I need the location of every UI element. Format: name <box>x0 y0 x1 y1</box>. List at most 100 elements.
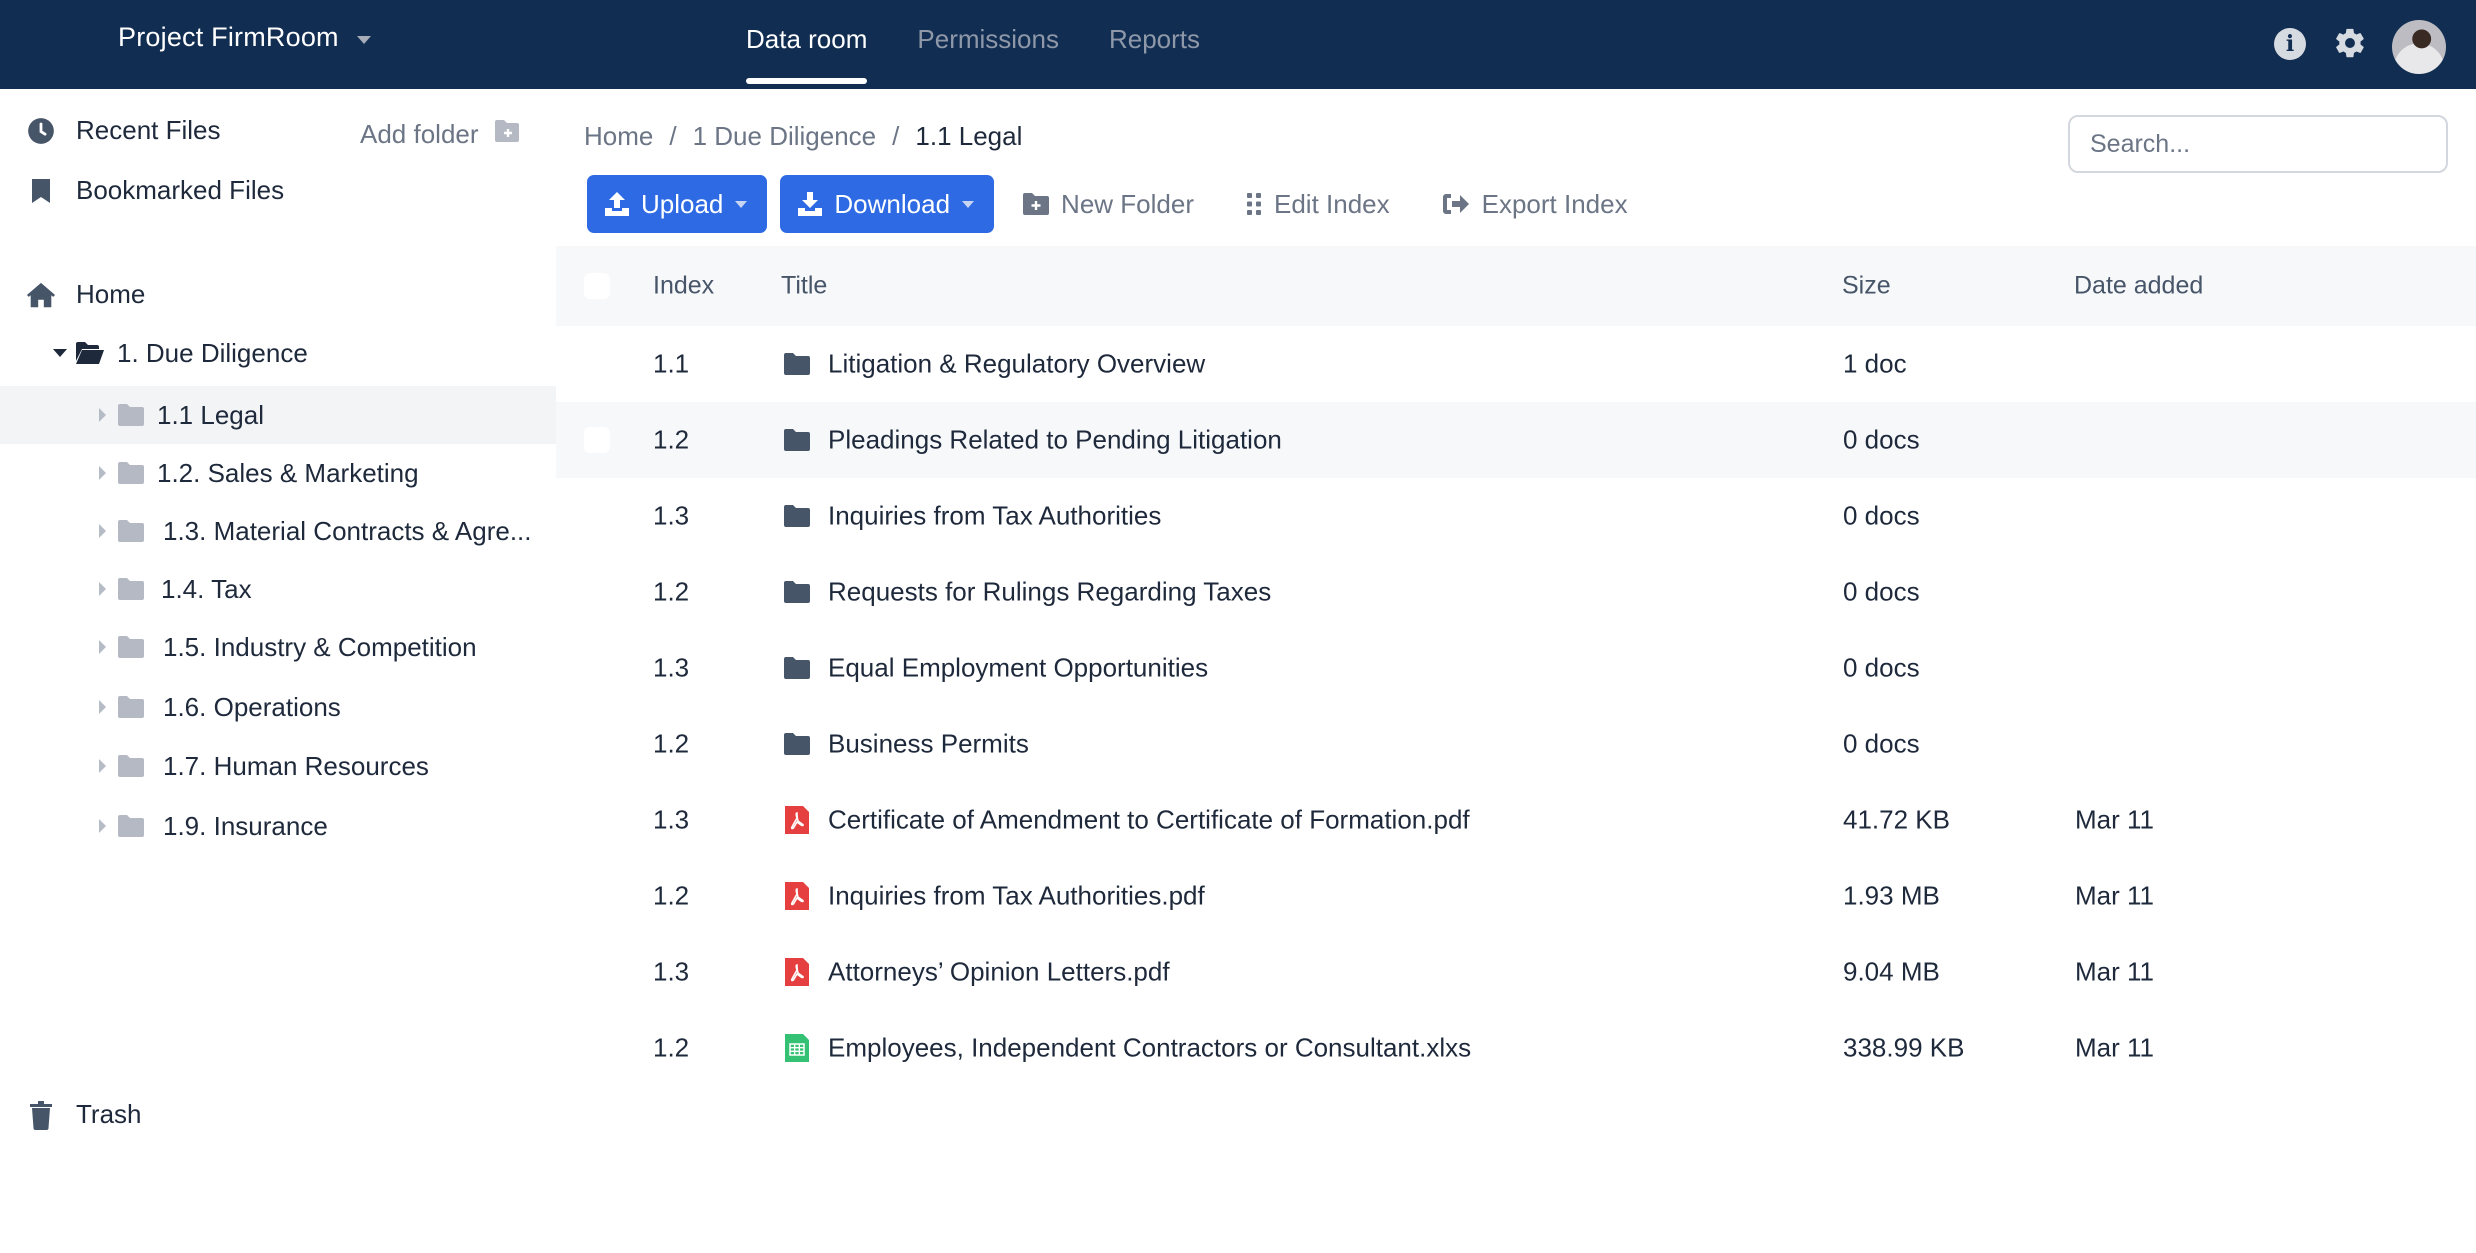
project-switcher[interactable]: Project FirmRoom <box>118 22 371 53</box>
tree-folder-1-4-tax[interactable]: 1.4. Tax <box>0 560 556 618</box>
caret-right-icon[interactable] <box>99 700 106 714</box>
tree-folder-1-2-sales-marketing[interactable]: 1.2. Sales & Marketing <box>0 444 556 502</box>
tree-folder-label: 1.7. Human Resources <box>163 750 429 781</box>
new-folder-label: New Folder <box>1061 188 1194 219</box>
info-icon[interactable]: i <box>2274 28 2306 60</box>
row-index: 1.3 <box>653 500 690 531</box>
caret-down-icon[interactable] <box>53 349 67 357</box>
tree-folder-1-9-insurance[interactable]: 1.9. Insurance <box>0 797 556 855</box>
caret-right-icon[interactable] <box>99 819 106 833</box>
sidebar-item-home[interactable]: Home <box>26 279 145 310</box>
row-checkbox[interactable] <box>584 427 610 453</box>
tree-folder-1-3-material-contracts[interactable]: 1.3. Material Contracts & Agre... <box>0 502 556 560</box>
column-header-size[interactable]: Size <box>1842 272 1891 301</box>
row-index: 1.3 <box>653 652 690 683</box>
row-title[interactable]: Attorneys’ Opinion Letters.pdf <box>828 957 1170 988</box>
table-row[interactable]: 1.3 Certificate of Amendment to Certifica… <box>556 782 2476 858</box>
home-label: Home <box>76 279 146 309</box>
select-all-checkbox[interactable] <box>584 273 610 299</box>
row-title[interactable]: Certificate of Amendment to Certificate … <box>828 805 1470 836</box>
row-index: 1.2 <box>653 424 690 455</box>
tree-folder-1-1-legal[interactable]: 1.1 Legal <box>0 386 556 444</box>
folder-open-icon <box>75 341 105 365</box>
trash-icon <box>26 1100 56 1130</box>
table-row[interactable]: 1.2 Inquiries from Tax Authorities.pdf 1.9… <box>556 858 2476 934</box>
table-row[interactable]: 1.1 Litigation & Regulatory Overview 1 doc <box>556 326 2476 402</box>
table-row[interactable]: 1.3 Equal Employment Opportunities 0 docs <box>556 630 2476 706</box>
pdf-file-icon <box>784 806 810 834</box>
tree-folder-label: 1.2. Sales & Marketing <box>157 457 419 488</box>
row-title[interactable]: Pleadings Related to Pending Litigation <box>828 425 1282 456</box>
row-index: 1.2 <box>653 576 690 607</box>
folder-icon <box>118 404 144 426</box>
tree-folder-due-diligence[interactable]: 1. Due Diligence <box>0 324 556 382</box>
download-icon <box>798 192 823 216</box>
caret-right-icon[interactable] <box>99 466 106 480</box>
table-row[interactable]: 1.2 Pleadings Related to Pending Litigati… <box>556 402 2476 478</box>
caret-right-icon[interactable] <box>99 408 106 422</box>
breadcrumb-due-diligence[interactable]: 1 Due Diligence <box>693 121 877 152</box>
table-row[interactable]: 1.2 Employees, Independent Contractors or… <box>556 1010 2476 1086</box>
download-button[interactable]: Download <box>780 175 995 233</box>
column-header-date-added[interactable]: Date added <box>2074 272 2203 301</box>
row-size: 9.04 MB <box>1843 956 1940 987</box>
row-title[interactable]: Requests for Rulings Regarding Taxes <box>828 577 1271 608</box>
bookmark-icon <box>26 176 56 206</box>
table-header: Index Title Size Date added <box>556 246 2476 326</box>
new-folder-button[interactable]: New Folder <box>1023 175 1194 233</box>
table-row[interactable]: 1.3 Attorneys’ Opinion Letters.pdf 9.04 MB… <box>556 934 2476 1010</box>
search-input[interactable] <box>2068 115 2448 173</box>
column-header-index[interactable]: Index <box>653 272 714 301</box>
row-index: 1.3 <box>653 956 690 987</box>
tab-permissions[interactable]: Permissions <box>917 0 1059 89</box>
tree-folder-1-6-operations[interactable]: 1.6. Operations <box>0 678 556 736</box>
export-index-label: Export Index <box>1481 188 1628 219</box>
tab-reports[interactable]: Reports <box>1109 0 1200 89</box>
table-row[interactable]: 1.2 Requests for Rulings Regarding Taxes 0… <box>556 554 2476 630</box>
breadcrumb-home[interactable]: Home <box>584 121 653 152</box>
row-title[interactable]: Inquiries from Tax Authorities.pdf <box>828 881 1205 912</box>
avatar[interactable] <box>2392 20 2446 74</box>
caret-right-icon[interactable] <box>99 582 106 596</box>
edit-index-label: Edit Index <box>1273 188 1390 219</box>
table-row[interactable]: 1.3 Inquiries from Tax Authorities 0 docs <box>556 478 2476 554</box>
folder-plus-icon <box>1023 193 1050 215</box>
tree-folder-label: 1.3. Material Contracts & Agre... <box>163 515 532 546</box>
row-title[interactable]: Business Permits <box>828 729 1029 760</box>
add-folder-button[interactable]: Add folder <box>360 119 521 150</box>
caret-right-icon[interactable] <box>99 759 106 773</box>
row-size: 41.72 KB <box>1843 804 1950 835</box>
sidebar-item-bookmarked-files[interactable]: Bookmarked Files <box>26 175 284 206</box>
export-index-button[interactable]: Export Index <box>1442 175 1628 233</box>
row-title[interactable]: Equal Employment Opportunities <box>828 653 1208 684</box>
chevron-down-icon <box>735 200 748 208</box>
export-icon <box>1442 194 1469 214</box>
caret-right-icon[interactable] <box>99 524 106 538</box>
upload-button[interactable]: Upload <box>587 175 768 233</box>
row-date-added: Mar 11 <box>2075 880 2154 911</box>
folder-icon <box>118 462 144 484</box>
edit-index-button[interactable]: Edit Index <box>1246 175 1390 233</box>
table-row[interactable]: 1.2 Business Permits 0 docs <box>556 706 2476 782</box>
gear-icon[interactable] <box>2333 26 2367 60</box>
row-size: 0 docs <box>1843 500 1920 531</box>
tab-data-room[interactable]: Data room <box>746 0 868 89</box>
row-title[interactable]: Inquiries from Tax Authorities <box>828 501 1161 532</box>
tree-folder-1-7-human-resources[interactable]: 1.7. Human Resources <box>0 737 556 795</box>
tree-folder-label: 1.6. Operations <box>163 691 341 722</box>
sidebar-item-trash[interactable]: Trash <box>26 1099 142 1130</box>
row-size: 338.99 KB <box>1843 1032 1965 1063</box>
column-header-title[interactable]: Title <box>781 272 827 301</box>
row-size: 1.93 MB <box>1843 880 1940 911</box>
row-title[interactable]: Employees, Independent Contractors or Co… <box>828 1033 1471 1064</box>
project-name: Project FirmRoom <box>118 22 339 52</box>
sidebar-item-recent-files[interactable]: Recent Files <box>26 115 221 146</box>
clock-icon <box>26 116 56 146</box>
caret-right-icon[interactable] <box>99 640 106 654</box>
folder-icon <box>784 427 810 453</box>
folder-icon <box>784 655 810 681</box>
download-label: Download <box>834 188 951 219</box>
tree-folder-1-5-industry-competition[interactable]: 1.5. Industry & Competition <box>0 618 556 676</box>
grip-icon <box>1246 193 1261 215</box>
row-title[interactable]: Litigation & Regulatory Overview <box>828 349 1205 380</box>
